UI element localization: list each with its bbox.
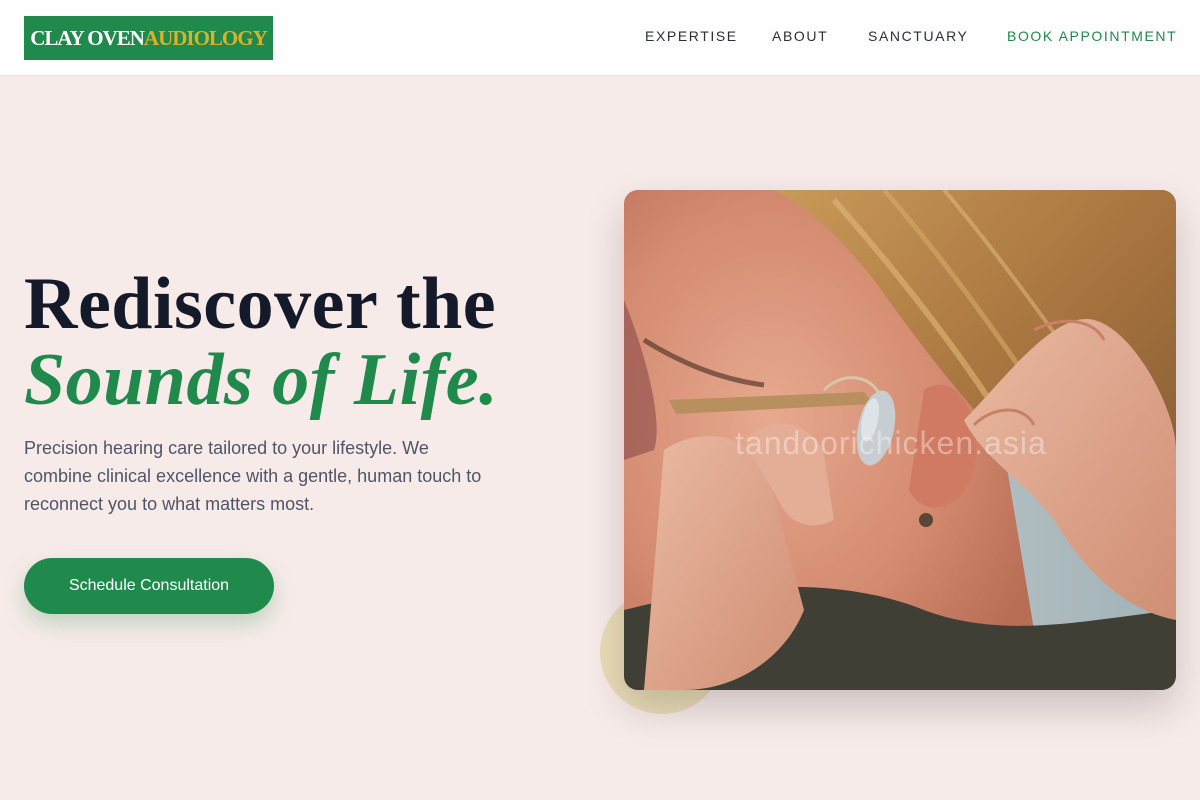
nav-link-sanctuary[interactable]: SANCTUARY — [868, 28, 969, 44]
hero-headline: Rediscover the Sounds of Life. — [24, 263, 499, 421]
image-watermark: tandoorichicken.asia — [735, 425, 1047, 461]
nav-link-book-appointment[interactable]: BOOK APPOINTMENT — [1007, 28, 1177, 44]
brand-logo[interactable]: CLAY OVEN AUDIOLOGY — [24, 16, 273, 60]
hero-headline-line1: Rediscover the — [24, 263, 497, 345]
hero-description: Precision hearing care tailored to your … — [24, 438, 482, 514]
logo-text-audiology: AUDIOLOGY — [143, 25, 268, 50]
nav-link-expertise[interactable]: EXPERTISE — [645, 28, 738, 44]
schedule-consultation-button[interactable]: Schedule Consultation — [24, 558, 274, 614]
nav-link-about[interactable]: ABOUT — [772, 28, 828, 44]
hero-headline-line2: Sounds of Life. — [24, 339, 499, 421]
logo-text-clay-oven: CLAY OVEN — [30, 25, 145, 50]
top-navbar: CLAY OVEN AUDIOLOGY EXPERTISE ABOUT SANCT… — [0, 0, 1200, 76]
